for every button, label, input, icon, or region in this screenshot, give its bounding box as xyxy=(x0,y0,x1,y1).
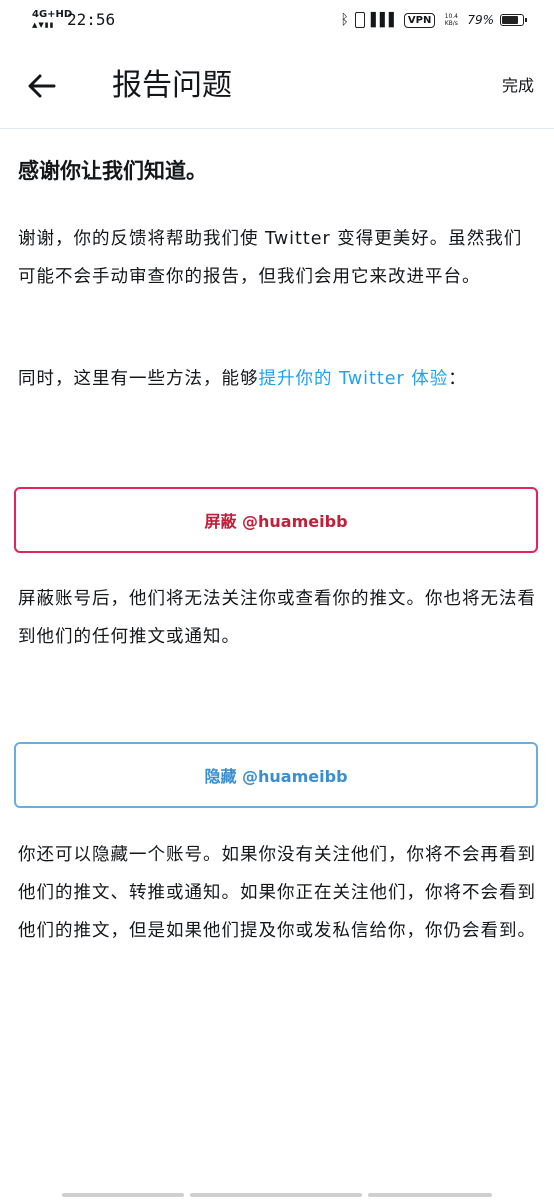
bluetooth-icon: ᛒ xyxy=(340,12,349,28)
battery-icon xyxy=(500,14,527,26)
data-activity-icon: ▲▼▮▮ xyxy=(32,21,55,29)
app-header: 报告问题 完成 xyxy=(0,44,554,129)
back-button[interactable] xyxy=(22,66,62,106)
vibrate-icon xyxy=(354,12,365,28)
network-speed-unit: KB/s xyxy=(444,20,458,27)
intro-text: 谢谢，你的反馈将帮助我们使 Twitter 变得更美好。虽然我们可能不会手动审查… xyxy=(18,229,523,287)
improve-experience-link[interactable]: 提升你的 Twitter 体验 xyxy=(259,369,449,389)
tips-prefix: 同时，这里有一些方法，能够 xyxy=(18,369,259,389)
block-user-button[interactable]: 屏蔽 @huameibb xyxy=(14,487,538,553)
battery-fill xyxy=(502,16,518,24)
nav-gesture-bar-left[interactable] xyxy=(62,1193,184,1197)
tips-text: 同时，这里有一些方法，能够提升你的 Twitter 体验： xyxy=(18,360,536,398)
block-description: 屏蔽账号后，他们将无法关注你或查看你的推文。你也将无法看到他们的任何推文或通知。 xyxy=(18,589,536,647)
done-button[interactable]: 完成 xyxy=(502,74,534,98)
network-speed: 10.4 KB/s xyxy=(441,13,461,27)
signal-icon: ▌▌▌ xyxy=(370,12,399,28)
tips-suffix: ： xyxy=(448,369,467,389)
status-icons: ᛒ ▌▌▌ VPN 10.4 KB/s 79% xyxy=(340,9,527,31)
vpn-badge: VPN xyxy=(403,12,436,28)
page-title: 报告问题 xyxy=(112,68,232,103)
network-speed-value: 10.4 xyxy=(444,13,458,20)
back-arrow-icon xyxy=(28,74,56,98)
thanks-heading: 感谢你让我们知道。 xyxy=(18,159,207,183)
nav-gesture-bar-center[interactable] xyxy=(190,1193,362,1197)
mute-description: 你还可以隐藏一个账号。如果你没有关注他们，你将不会再看到他们的推文、转推或通知。… xyxy=(18,845,536,941)
status-bar: 4G+HD ▲▼▮▮ 22:56 ᛒ ▌▌▌ VPN 10.4 KB/s 79% xyxy=(0,0,554,44)
clock: 22:56 xyxy=(67,10,116,29)
battery-percent: 79% xyxy=(467,13,494,27)
nav-gesture-bar-right[interactable] xyxy=(368,1193,492,1197)
mute-user-button[interactable]: 隐藏 @huameibb xyxy=(14,742,538,808)
